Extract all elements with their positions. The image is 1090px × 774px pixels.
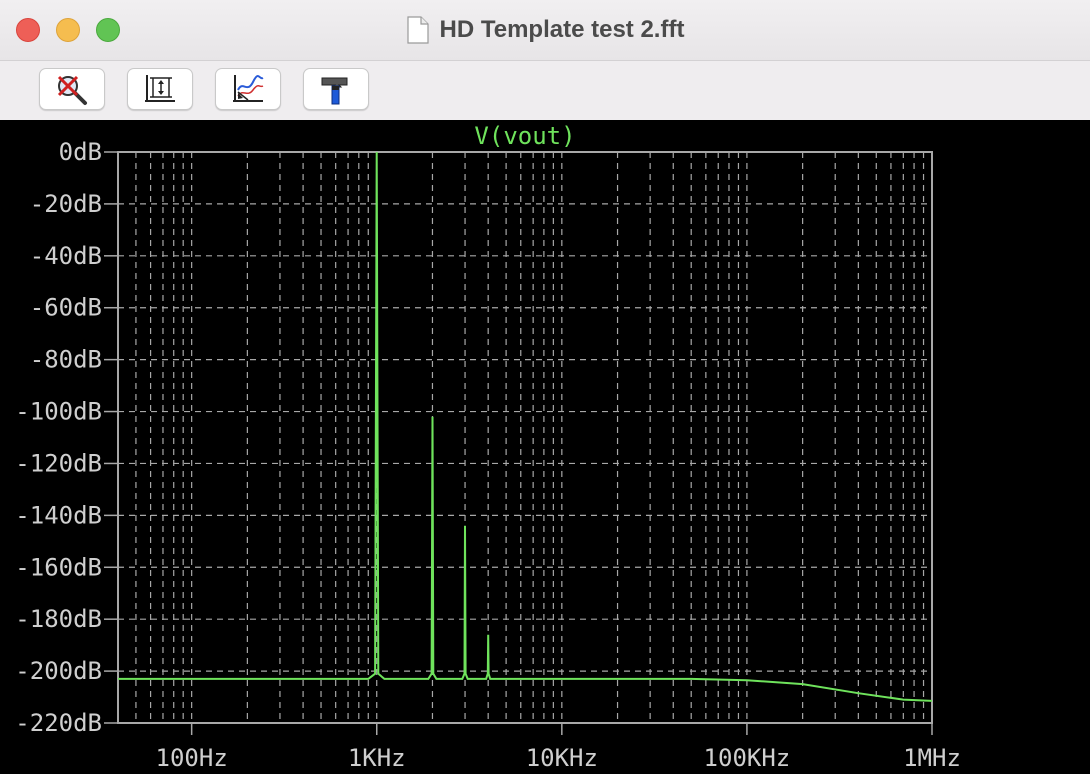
plot-frame <box>117 151 933 724</box>
y-tick-label: -120dB <box>15 449 102 477</box>
title-bar: HD Template test 2.fft <box>0 0 1090 61</box>
x-tick-label: 100KHz <box>704 744 791 772</box>
chart-title: V(vout) <box>474 122 575 150</box>
toolbar <box>0 61 1090 120</box>
trace-vout <box>118 151 933 702</box>
y-axis: 0dB -20dB -40dB -60dB -80dB -100dB -120dB -140d… <box>15 138 118 737</box>
fft-chart[interactable]: 0dB -20dB -40dB -60dB -80dB -100dB -120dB -140d… <box>0 120 1090 774</box>
x-tick-label: 1KHz <box>348 744 406 772</box>
y-tick-label: -180dB <box>15 605 102 633</box>
y-tick-label: -200dB <box>15 657 102 685</box>
hammer-icon <box>321 77 348 105</box>
y-tick-label: -100dB <box>15 398 102 426</box>
axes-button[interactable] <box>215 68 281 110</box>
y-tick-label: -220dB <box>15 709 102 737</box>
zoom-cancel-icon <box>57 75 87 105</box>
autorange-button[interactable] <box>127 68 193 110</box>
autorange-icon <box>145 75 175 102</box>
y-tick-label: -160dB <box>15 553 102 581</box>
plot-area[interactable]: 0dB -20dB -40dB -60dB -80dB -100dB -120dB -140d… <box>0 120 1090 774</box>
y-tick-label: -80dB <box>30 346 102 374</box>
y-tick-label: -20dB <box>30 190 102 218</box>
x-tick-label: 100Hz <box>156 744 228 772</box>
x-tick-label: 10KHz <box>526 744 598 772</box>
title-wrap: HD Template test 2.fft <box>0 14 1090 46</box>
zoom-cancel-button[interactable] <box>39 68 105 110</box>
y-tick-label: -40dB <box>30 242 102 270</box>
grid <box>117 151 933 724</box>
x-tick-label: 1MHz <box>903 744 961 772</box>
axes-icon <box>233 74 264 102</box>
y-tick-label: -60dB <box>30 294 102 322</box>
y-tick-label: -140dB <box>15 501 102 529</box>
window-title: HD Template test 2.fft <box>439 16 685 43</box>
settings-button[interactable] <box>303 68 369 110</box>
y-tick-label: 0dB <box>59 138 102 166</box>
x-axis: 100Hz 1KHz 10KHz 100KHz 1MHz <box>156 723 961 772</box>
document-icon <box>406 16 429 44</box>
